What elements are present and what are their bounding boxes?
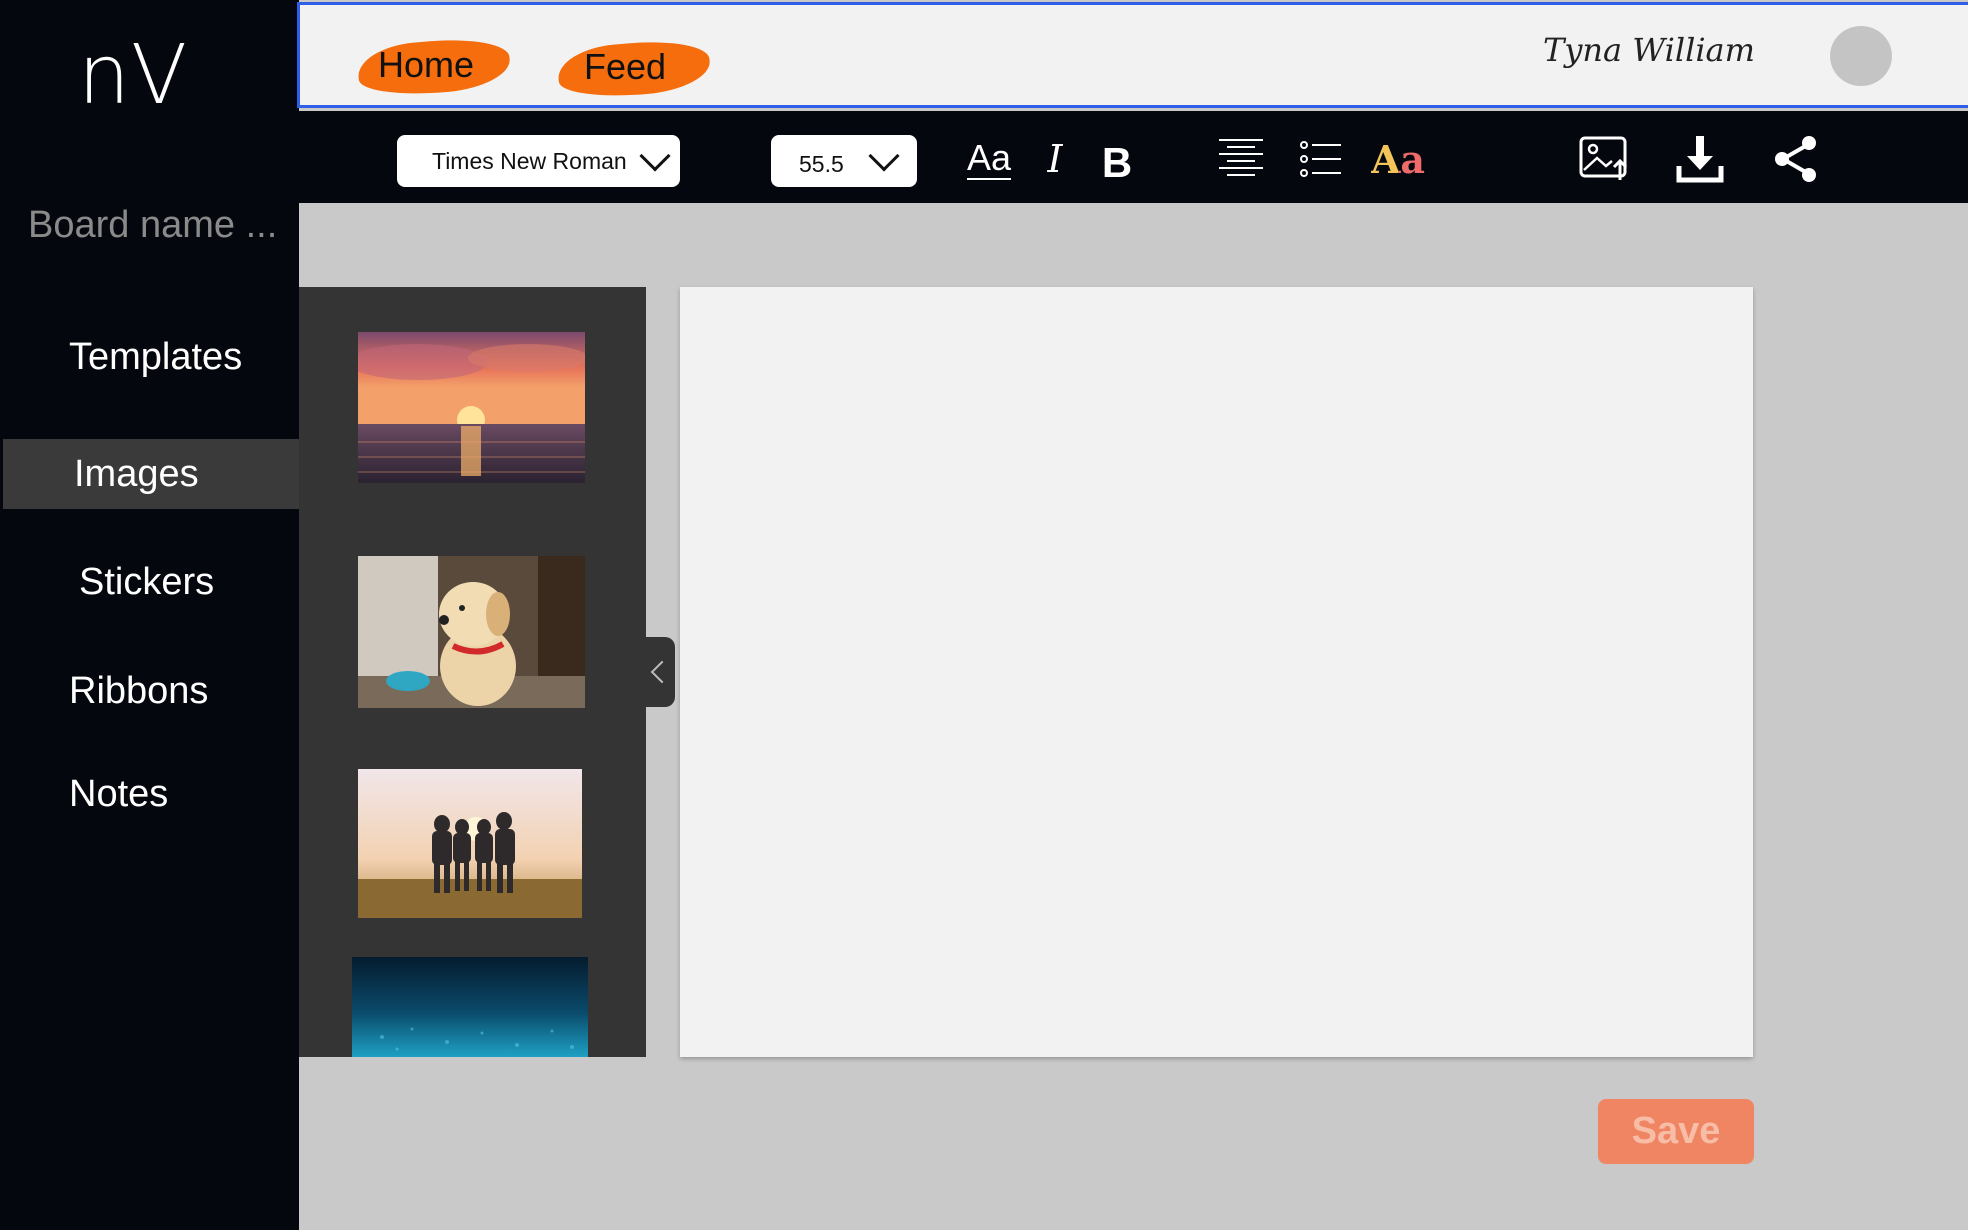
font-size-value: 55.5 (799, 150, 844, 177)
align-center-icon[interactable] (1217, 131, 1265, 187)
sidebar-item-label: Stickers (79, 560, 215, 603)
sidebar-item-label: Ribbons (69, 669, 209, 712)
image-panel (299, 287, 646, 1057)
image-thumbnail-sunset[interactable] (358, 332, 585, 483)
download-svg (1676, 136, 1724, 183)
chevron-left-icon (650, 660, 674, 684)
avatar[interactable] (1830, 26, 1892, 86)
top-bar: Home Feed Tyna William (297, 2, 1968, 108)
text-style-glyph: Aa (966, 137, 1012, 180)
app-logo[interactable]: nV (78, 28, 188, 123)
font-family-value: Times New Roman (432, 147, 627, 174)
board-canvas[interactable] (680, 287, 1753, 1057)
bullet-list-icon[interactable] (1299, 131, 1343, 187)
image-thumbnail-underwater[interactable] (352, 957, 588, 1057)
bullet-list-svg (1300, 141, 1341, 177)
board-name-input[interactable] (28, 204, 290, 247)
save-button[interactable]: Save (1598, 1099, 1754, 1164)
user-name: Tyna William (1543, 31, 1755, 69)
text-color-glyph: Aa (1370, 136, 1426, 182)
sidebar-item-stickers[interactable]: Stickers (3, 547, 299, 617)
nav-link-feed[interactable]: Feed (550, 27, 712, 103)
sidebar-item-templates[interactable]: Templates (3, 322, 299, 392)
bold-icon[interactable]: B (1099, 135, 1135, 191)
nav-link-label: Home (378, 44, 475, 85)
share-svg (1775, 136, 1816, 182)
sidebar-item-images[interactable]: Images (3, 439, 299, 509)
nav-link-label: Feed (584, 46, 667, 87)
image-thumbnail-friends[interactable] (358, 769, 582, 918)
text-style-icon[interactable]: Aa (963, 131, 1015, 187)
upload-image-icon[interactable] (1579, 131, 1631, 187)
italic-glyph: I (1047, 137, 1063, 181)
sidebar-item-ribbons[interactable]: Ribbons (3, 656, 299, 726)
collapse-panel-button[interactable] (643, 637, 675, 707)
bold-glyph: B (1101, 139, 1133, 186)
image-thumbnail-puppy[interactable] (358, 556, 585, 708)
sidebar-item-label: Templates (69, 335, 243, 378)
align-center-svg (1219, 139, 1263, 176)
sidebar: nV Templates Images Stickers Ribbons Not… (0, 0, 299, 1230)
chevron-down-icon (868, 140, 900, 172)
sidebar-item-label: Images (74, 452, 199, 495)
share-icon[interactable] (1771, 131, 1821, 187)
sidebar-item-notes[interactable]: Notes (3, 759, 299, 829)
chevron-down-icon (639, 140, 671, 172)
formatting-toolbar: Times New Roman 55.5 Aa I B Aa (299, 111, 1968, 203)
upload-image-svg (1579, 136, 1628, 180)
font-size-select[interactable]: 55.5 (771, 135, 917, 187)
font-family-select[interactable]: Times New Roman (397, 135, 680, 187)
text-color-icon[interactable]: Aa (1370, 131, 1426, 187)
download-icon[interactable] (1675, 131, 1725, 187)
italic-icon[interactable]: I (1037, 131, 1073, 187)
sidebar-item-label: Notes (69, 772, 169, 815)
nav-link-home[interactable]: Home (350, 27, 512, 103)
